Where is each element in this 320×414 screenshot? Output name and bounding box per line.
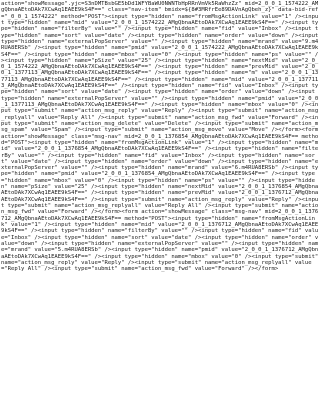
page-source-text: action="showMessage".yjc=S3nDMTBsbGE5bDd…	[1, 1, 319, 273]
source-text-viewer: action="showMessage".yjc=S3nDMTBsbGE5bDd…	[0, 0, 320, 414]
